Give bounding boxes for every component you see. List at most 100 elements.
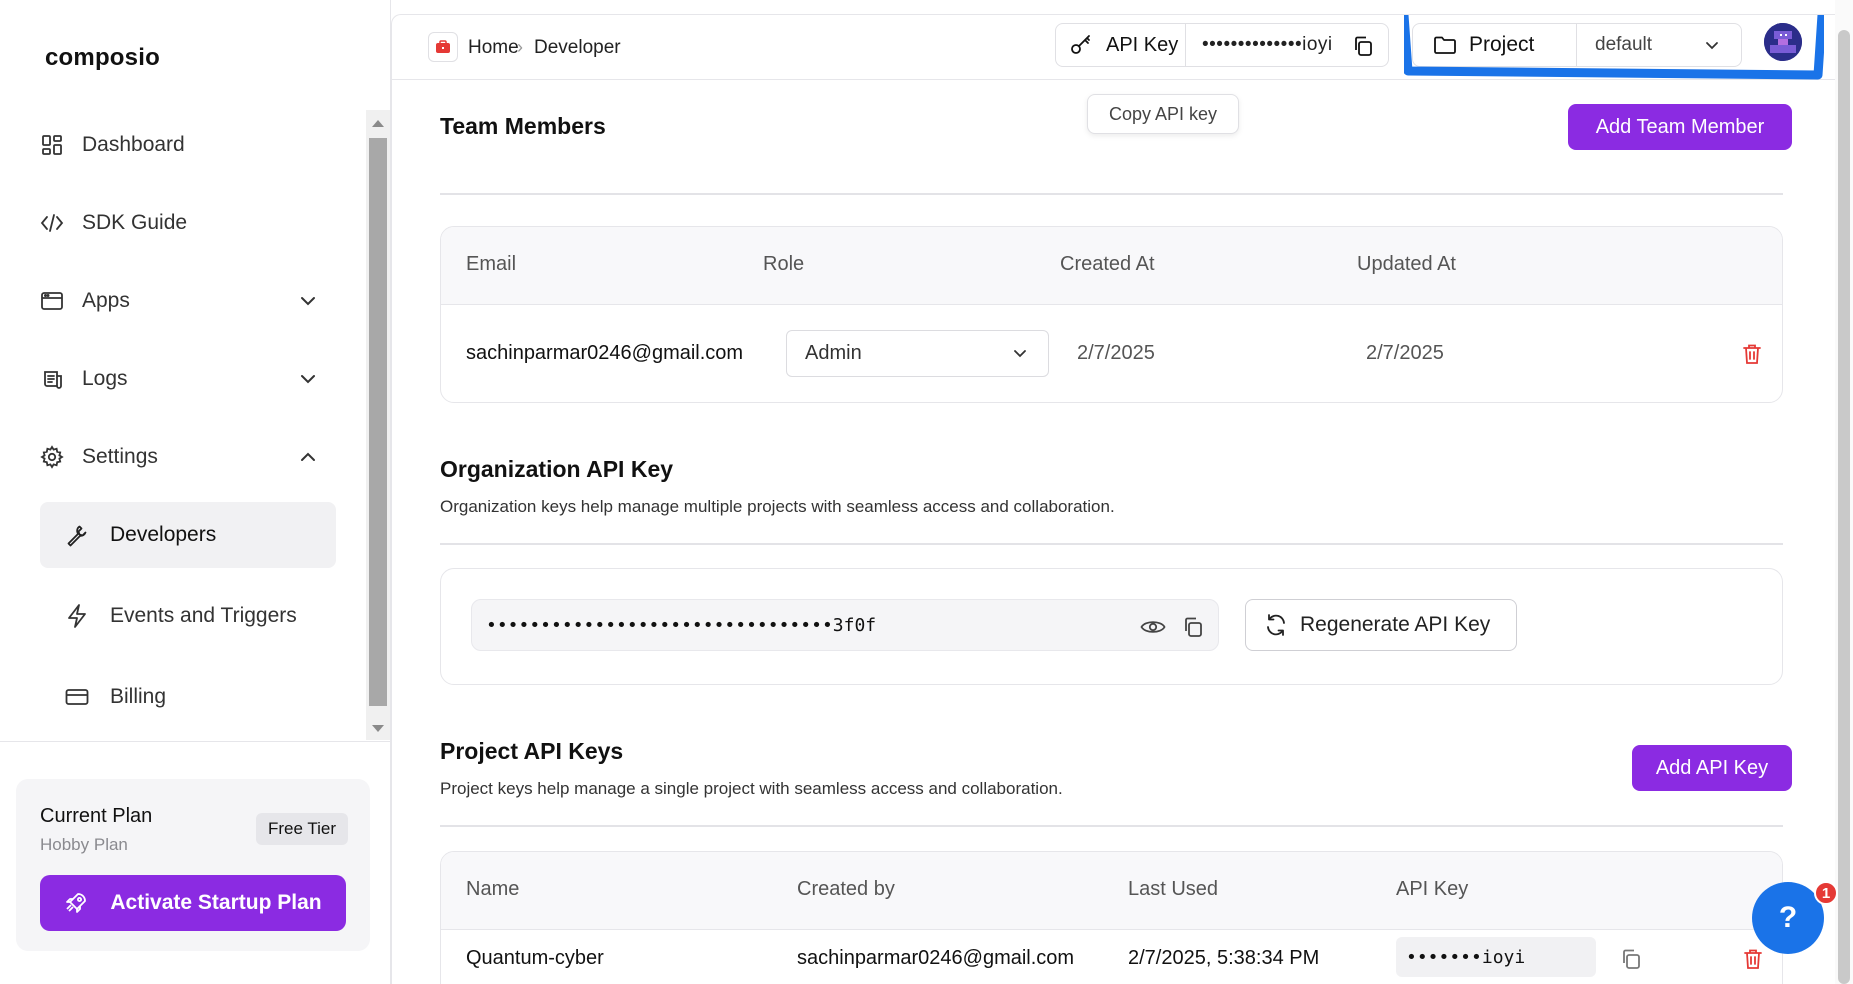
api-key-label: API Key xyxy=(1106,33,1179,56)
home-breadcrumb-icon[interactable] xyxy=(428,32,458,62)
chevron-down-icon xyxy=(1703,36,1721,59)
avatar[interactable] xyxy=(1764,23,1802,61)
rocket-icon xyxy=(64,891,88,915)
breadcrumb-developer[interactable]: Developer xyxy=(534,37,621,59)
add-team-member-button[interactable]: Add Team Member xyxy=(1568,104,1792,150)
chevron-up-icon[interactable] xyxy=(296,445,320,469)
column-header-last-used: Last Used xyxy=(1128,878,1219,900)
organization-api-key-card: ••••••••••••••••••••••••••••••••3f0f Reg… xyxy=(440,568,1783,685)
sidebar-divider xyxy=(0,741,391,742)
sidebar-item-label: SDK Guide xyxy=(82,211,188,234)
team-members-table: Email Role Created At Updated At sachinp… xyxy=(440,226,1783,403)
sidebar-item-events-triggers[interactable]: Events and Triggers xyxy=(40,583,336,649)
wrench-icon xyxy=(64,522,90,548)
project-api-keys-description: Project keys help manage a single projec… xyxy=(440,779,1063,798)
team-members-title: Team Members xyxy=(440,113,606,139)
add-api-key-button[interactable]: Add API Key xyxy=(1632,745,1792,791)
column-header-created-at: Created At xyxy=(1060,253,1155,275)
chevron-down-icon xyxy=(1010,343,1030,369)
regenerate-api-key-button[interactable]: Regenerate API Key xyxy=(1245,599,1517,651)
project-key-created-by: sachinparmar0246@gmail.com xyxy=(797,947,1075,969)
sidebar-scrollbar[interactable] xyxy=(366,110,390,740)
sidebar-scrollbar-thumb[interactable] xyxy=(369,138,387,706)
chevron-down-icon[interactable] xyxy=(296,289,320,313)
main-panel: Home › Developer API Key ••••••••••••••i… xyxy=(391,14,1836,984)
organization-api-key-value: ••••••••••••••••••••••••••••••••3f0f xyxy=(486,614,877,636)
team-divider xyxy=(440,193,1783,195)
breadcrumb-separator-icon: › xyxy=(517,37,523,57)
organization-api-key-description: Organization keys help manage multiple p… xyxy=(440,497,1115,516)
role-select[interactable]: Admin xyxy=(786,330,1049,377)
sidebar-item-apps[interactable]: Apps xyxy=(40,277,330,325)
sidebar-item-label: Dashboard xyxy=(82,133,185,156)
api-key-widget: API Key ••••••••••••••ioyi xyxy=(1055,23,1389,67)
logs-icon xyxy=(40,367,64,391)
sidebar-item-label: Billing xyxy=(110,685,167,708)
plan-title: Current Plan xyxy=(40,805,153,827)
eye-icon[interactable] xyxy=(1140,614,1166,640)
column-header-updated-at: Updated At xyxy=(1357,253,1456,275)
project-api-keys-title: Project API Keys xyxy=(440,738,624,764)
sidebar-item-dashboard[interactable]: Dashboard xyxy=(40,121,330,169)
member-created-at: 2/7/2025 xyxy=(1077,342,1155,364)
copy-icon[interactable] xyxy=(1350,33,1376,59)
activate-startup-plan-button[interactable]: Activate Startup Plan xyxy=(40,875,346,931)
page-scrollbar-thumb[interactable] xyxy=(1838,30,1850,984)
code-icon xyxy=(40,211,64,235)
column-header-created-by: Created by xyxy=(797,878,895,900)
column-header-role: Role xyxy=(763,253,805,275)
sidebar-item-label: Logs xyxy=(82,367,128,390)
top-bar: Home › Developer API Key ••••••••••••••i… xyxy=(392,15,1836,80)
notification-badge: 1 xyxy=(1814,881,1838,905)
plan-tier-badge: Free Tier xyxy=(255,813,348,845)
key-icon xyxy=(1070,34,1092,56)
team-table-header: Email Role Created At Updated At xyxy=(441,227,1782,305)
project-selector[interactable]: Project default xyxy=(1412,23,1742,67)
column-header-email: Email xyxy=(466,253,517,275)
folder-icon xyxy=(1433,35,1457,55)
page-scrollbar[interactable] xyxy=(1835,0,1853,984)
composio-logo[interactable]: composio xyxy=(45,44,160,72)
project-value: default xyxy=(1595,34,1653,55)
sidebar-item-label: Settings xyxy=(82,445,158,468)
gear-icon xyxy=(40,445,64,469)
lightning-icon xyxy=(64,603,90,629)
copy-icon[interactable] xyxy=(1180,614,1206,640)
credit-card-icon xyxy=(64,684,90,710)
project-key-value: •••••••ioyi xyxy=(1396,937,1596,977)
member-email: sachinparmar0246@gmail.com xyxy=(466,342,744,364)
organization-api-key-field[interactable]: ••••••••••••••••••••••••••••••••3f0f xyxy=(471,599,1219,651)
project-key-last-used: 2/7/2025, 5:38:34 PM xyxy=(1128,947,1320,969)
role-value: Admin xyxy=(805,342,862,364)
scroll-down-arrow-icon[interactable] xyxy=(372,725,384,732)
sidebar-item-label: Apps xyxy=(82,289,130,312)
column-header-name: Name xyxy=(466,878,520,900)
column-header-api-key: API Key xyxy=(1396,878,1469,900)
scroll-up-arrow-icon[interactable] xyxy=(372,120,384,127)
api-key-label-group: API Key xyxy=(1056,24,1186,66)
project-keys-table-header: Name Created by Last Used API Key xyxy=(441,852,1782,930)
chevron-down-icon[interactable] xyxy=(296,367,320,391)
current-plan-card: Current Plan Hobby Plan Free Tier Activa… xyxy=(16,779,370,951)
sidebar-item-logs[interactable]: Logs xyxy=(40,355,330,403)
sidebar-item-label: Events and Triggers xyxy=(110,604,297,627)
project-label-group: Project xyxy=(1413,24,1577,66)
sidebar-item-billing[interactable]: Billing xyxy=(40,664,336,730)
sidebar-item-settings[interactable]: Settings xyxy=(40,433,330,481)
activate-startup-plan-label: Activate Startup Plan xyxy=(110,891,322,914)
project-api-keys-table: Name Created by Last Used API Key Quantu… xyxy=(440,851,1783,984)
sidebar-item-label: Developers xyxy=(110,523,217,546)
sidebar-item-developers[interactable]: Developers xyxy=(40,502,336,568)
org-key-divider xyxy=(440,543,1783,545)
sidebar-item-sdk-guide[interactable]: SDK Guide xyxy=(40,199,330,247)
dashboard-icon xyxy=(40,133,64,157)
project-label: Project xyxy=(1469,33,1535,56)
delete-key-trash-icon[interactable] xyxy=(1741,947,1765,971)
apps-icon xyxy=(40,289,64,313)
regenerate-api-key-label: Regenerate API Key xyxy=(1300,613,1491,636)
project-key-name: Quantum-cyber xyxy=(466,947,604,969)
copy-icon[interactable] xyxy=(1619,947,1643,971)
delete-member-trash-icon[interactable] xyxy=(1740,342,1764,366)
refresh-icon xyxy=(1264,613,1288,637)
breadcrumb-home[interactable]: Home xyxy=(468,37,519,59)
